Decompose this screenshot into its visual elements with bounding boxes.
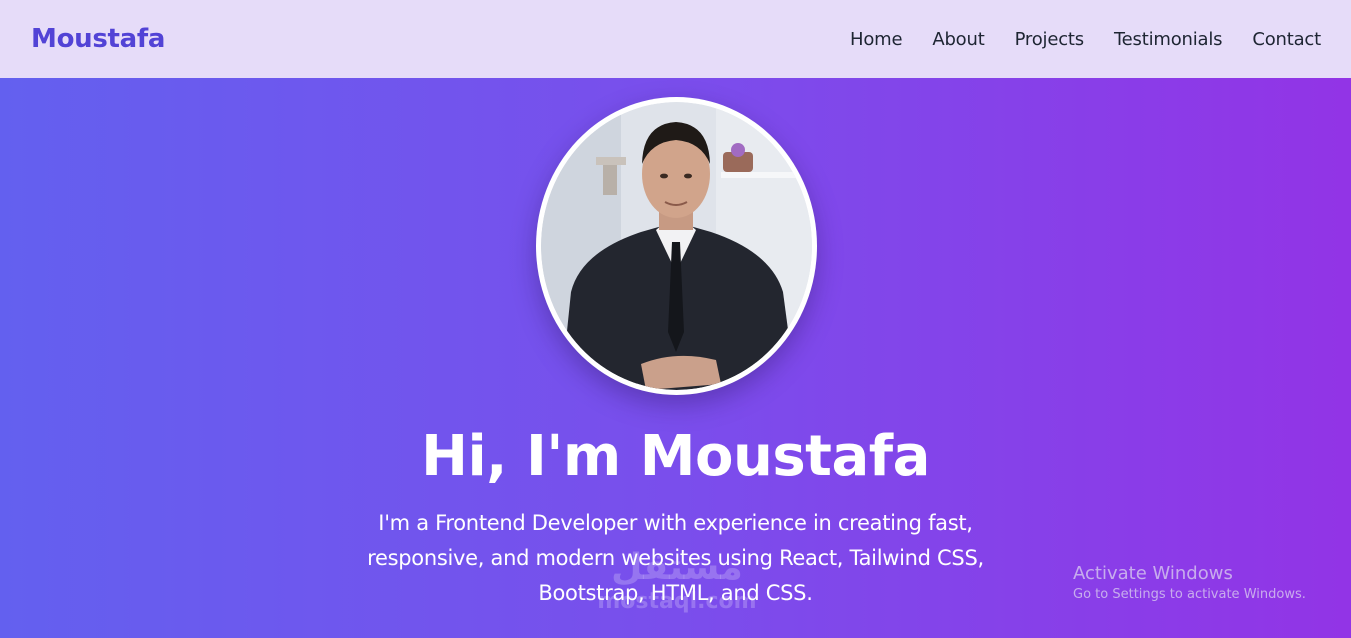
brand-logo[interactable]: Moustafa [31, 24, 165, 54]
hero-title: Hi, I'm Moustafa [421, 424, 930, 489]
navbar: Moustafa Home About Projects Testimonial… [0, 0, 1351, 78]
activate-windows-overlay: Activate Windows Go to Settings to activ… [1073, 563, 1306, 605]
nav-link-contact[interactable]: Contact [1252, 29, 1321, 50]
activate-windows-subtitle: Go to Settings to activate Windows. [1073, 587, 1306, 602]
profile-photo-frame [536, 97, 817, 395]
nav-link-about[interactable]: About [932, 29, 984, 50]
portfolio-page: Moustafa Home About Projects Testimonial… [0, 0, 1351, 638]
nav-link-home[interactable]: Home [850, 29, 903, 50]
mostaql-watermark: مستقل mostaql.com [592, 546, 762, 626]
profile-photo [541, 102, 812, 390]
watermark-arabic: مستقل [611, 547, 743, 588]
nav-link-projects[interactable]: Projects [1015, 29, 1085, 50]
nav-links: Home About Projects Testimonials Contact [820, 29, 1321, 50]
watermark-latin: mostaql.com [597, 589, 757, 614]
nav-link-testimonials[interactable]: Testimonials [1114, 29, 1223, 50]
activate-windows-title: Activate Windows [1073, 563, 1233, 584]
